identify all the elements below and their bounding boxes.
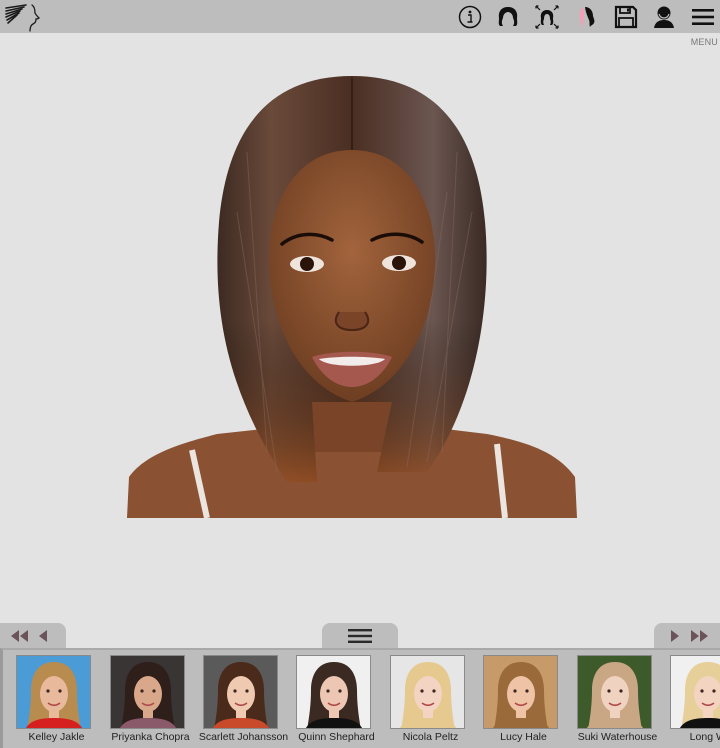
hairstyle-thumbnail[interactable]: Priyanka Chopra — [104, 655, 197, 747]
resize-hair-icon[interactable] — [534, 4, 560, 30]
thumbnail-photo — [390, 655, 465, 729]
next-icon[interactable] — [669, 629, 681, 643]
rewind-icon[interactable] — [9, 629, 29, 643]
logo-icon[interactable] — [2, 1, 44, 33]
hairstyle-thumbnail[interactable]: Scarlett Johansson — [197, 655, 290, 747]
thumbnail-photo — [110, 655, 185, 729]
hair-color-icon[interactable] — [574, 4, 600, 30]
list-menu-icon — [348, 629, 372, 643]
thumbnail-photo — [483, 655, 558, 729]
hairstyle-icon[interactable] — [495, 4, 521, 30]
hairstyle-thumbnail[interactable]: Long Wa — [664, 655, 720, 747]
thumbnail-photo — [296, 655, 371, 729]
gallery-nav-right — [654, 623, 720, 649]
previous-icon[interactable] — [37, 629, 49, 643]
gallery-menu-toggle[interactable] — [322, 623, 398, 649]
thumbnail-photo — [203, 655, 278, 729]
hairstyle-thumbnail[interactable]: Suki Waterhouse — [571, 655, 664, 747]
menu-icon[interactable] — [690, 4, 716, 30]
hairstyle-gallery[interactable]: Kelley Jakle Priyanka Chopra Scarlett Joha… — [0, 648, 720, 748]
hairstyle-thumbnail[interactable]: Kelley Jakle — [10, 655, 103, 747]
user-photo-icon[interactable] — [651, 4, 677, 30]
hairstyle-thumbnail[interactable]: Quinn Shephard — [290, 655, 383, 747]
hairstyle-preview — [127, 76, 577, 518]
toolbar — [0, 0, 720, 33]
fast-forward-icon[interactable] — [690, 629, 710, 643]
thumbnail-label: Long Wa — [689, 731, 720, 743]
thumbnail-photo — [670, 655, 720, 729]
hairstyle-thumbnail[interactable]: Lucy Hale — [477, 655, 570, 747]
save-icon[interactable] — [613, 4, 639, 30]
info-icon[interactable] — [457, 4, 483, 30]
hairstyle-thumbnail[interactable]: Nicola Peltz — [384, 655, 477, 747]
thumbnail-photo — [16, 655, 91, 729]
thumbnail-photo — [577, 655, 652, 729]
gallery-nav-left — [0, 623, 66, 649]
